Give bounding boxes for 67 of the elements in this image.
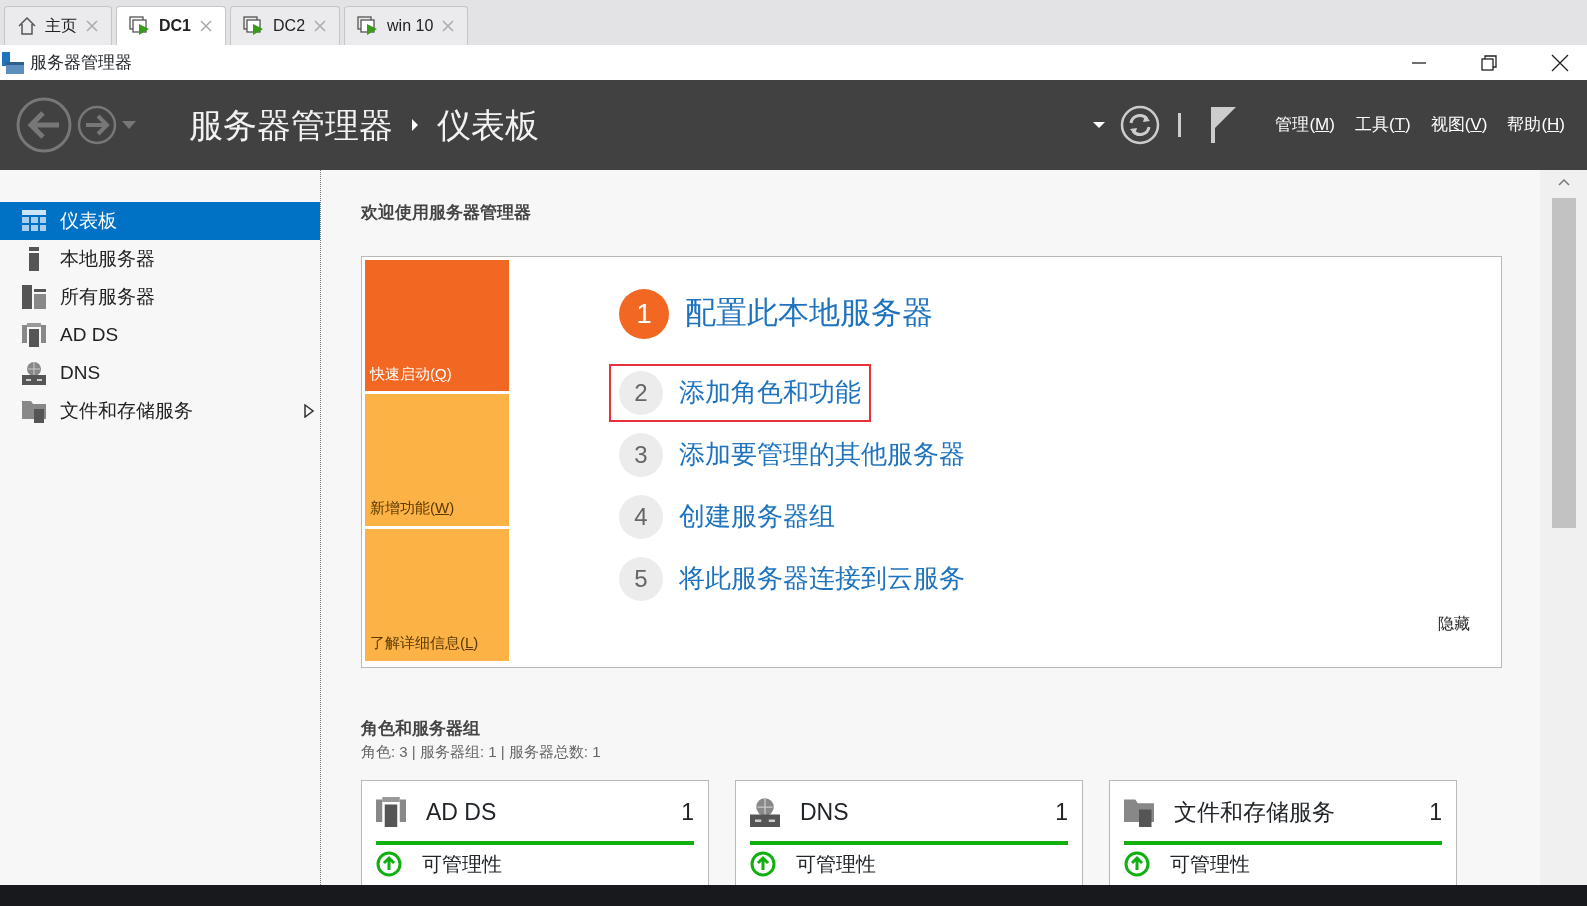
sidebar-item[interactable]: 本地服务器 <box>0 240 320 278</box>
browser-tab[interactable]: DC2 <box>230 6 341 45</box>
globe-server-icon <box>750 796 780 827</box>
card-count: 1 <box>681 797 694 827</box>
quick-tile[interactable]: 了解详细信息(L) <box>365 528 509 661</box>
back-icon[interactable] <box>15 96 73 154</box>
globe-server-icon <box>22 361 46 385</box>
directory-icon <box>22 323 46 347</box>
card-title: 文件和存储服务 <box>1174 797 1335 827</box>
forward-icon[interactable] <box>77 105 117 145</box>
close-icon[interactable] <box>1551 53 1569 72</box>
scrollbar-thumb[interactable] <box>1551 198 1576 528</box>
app-icon <box>0 49 26 76</box>
sidebar-item[interactable]: 仪表板 <box>0 202 320 240</box>
menu-item[interactable]: 视图(V) <box>1430 112 1488 138</box>
refresh-icon[interactable] <box>1120 105 1161 145</box>
role-card[interactable]: AD DS 1 可管理性 <box>361 779 709 885</box>
step-link[interactable]: 添加要管理的其他服务器 <box>679 435 965 474</box>
step-link[interactable]: 添加角色和功能 <box>679 373 861 412</box>
chevron-icon <box>411 118 419 132</box>
card-title: AD DS <box>426 797 497 827</box>
browser-tab[interactable]: win 10 <box>344 6 469 45</box>
flag-icon[interactable] <box>1209 106 1238 144</box>
section-title: 角色和服务器组 <box>361 717 481 740</box>
browser-tab[interactable]: DC1 <box>116 6 226 45</box>
roles-summary: 角色: 3 | 服务器组: 1 | 服务器总数: 1 <box>361 742 602 762</box>
folder-icon <box>22 399 46 423</box>
grid-icon <box>22 210 46 232</box>
step-link[interactable]: 配置此本地服务器 <box>685 290 933 337</box>
menu-item[interactable]: 管理(M) <box>1275 112 1335 138</box>
role-card[interactable]: DNS 1 可管理性 <box>735 779 1083 885</box>
status-label: 可管理性 <box>1170 852 1250 877</box>
vm-icon <box>243 16 265 36</box>
home-icon <box>17 16 37 36</box>
step-number: 2 <box>619 370 663 415</box>
role-card[interactable]: 文件和存储服务 1 可管理性 <box>1109 779 1457 885</box>
scroll-up-icon[interactable] <box>1557 178 1570 186</box>
card-title: DNS <box>800 797 849 827</box>
window-title: 服务器管理器 <box>30 51 132 74</box>
status-label: 可管理性 <box>796 852 876 877</box>
step-number: 5 <box>619 556 663 601</box>
step-link[interactable]: 将此服务器连接到云服务 <box>679 559 965 598</box>
step-number: 1 <box>619 288 669 339</box>
restore-icon[interactable] <box>1481 54 1497 71</box>
menu-item[interactable]: 帮助(H) <box>1507 112 1565 138</box>
breadcrumb-item: 仪表板 <box>437 104 539 146</box>
directory-icon <box>376 796 406 827</box>
hide-link[interactable]: 隐藏 <box>1438 611 1470 636</box>
vm-icon <box>129 16 151 36</box>
browser-tab[interactable]: 主页 <box>4 6 112 45</box>
sidebar-item[interactable]: 文件和存储服务 <box>0 392 320 430</box>
breadcrumb-item[interactable]: 服务器管理器 <box>189 99 393 151</box>
step-link[interactable]: 创建服务器组 <box>679 497 835 536</box>
sidebar-item[interactable]: AD DS <box>0 316 320 354</box>
sidebar-item[interactable]: DNS <box>0 354 320 392</box>
status-label: 可管理性 <box>422 852 502 877</box>
step-number: 4 <box>619 494 663 539</box>
section-title: 欢迎使用服务器管理器 <box>361 202 532 224</box>
quick-tile[interactable]: 新增功能(W) <box>365 394 509 526</box>
servers-icon <box>22 285 46 309</box>
menu-item[interactable]: 工具(T) <box>1354 112 1411 138</box>
sidebar-item[interactable]: 所有服务器 <box>0 278 320 316</box>
card-count: 1 <box>1429 797 1442 827</box>
card-count: 1 <box>1055 797 1068 827</box>
expand-arrow-icon[interactable] <box>304 404 314 418</box>
step-number: 3 <box>619 432 663 477</box>
dropdown-icon[interactable] <box>1092 121 1107 129</box>
